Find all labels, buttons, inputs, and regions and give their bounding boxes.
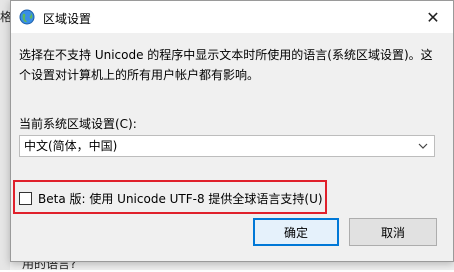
close-button[interactable]: ✕	[413, 1, 453, 33]
background-window-edge	[0, 0, 10, 270]
current-locale-label: 当前系统区域设置(C):	[19, 117, 137, 131]
globe-icon	[19, 9, 35, 25]
close-icon: ✕	[426, 7, 440, 27]
region-settings-dialog: 区域设置 ✕ 选择在不支持 Unicode 的程序中显示文本时所使用的语言(系统…	[10, 0, 454, 262]
dialog-title: 区域设置	[43, 12, 92, 26]
description-text: 选择在不支持 Unicode 的程序中显示文本时所使用的语言(系统区域设置)。这…	[19, 48, 433, 82]
dialog-titlebar: 区域设置 ✕	[11, 1, 453, 33]
system-locale-value: 中文(简体，中国)	[24, 139, 118, 153]
chevron-down-icon	[418, 136, 428, 164]
beta-utf8-checkbox-label[interactable]: Beta 版: 使用 Unicode UTF-8 提供全球语言支持(U)	[38, 190, 323, 207]
beta-utf8-checkbox[interactable]	[19, 192, 32, 205]
system-locale-select[interactable]: 中文(简体，中国)	[19, 135, 435, 157]
dialog-body: 选择在不支持 Unicode 的程序中显示文本时所使用的语言(系统区域设置)。这…	[11, 33, 453, 261]
cancel-button[interactable]: 取消	[349, 218, 437, 246]
ok-button[interactable]: 确定	[253, 218, 339, 246]
